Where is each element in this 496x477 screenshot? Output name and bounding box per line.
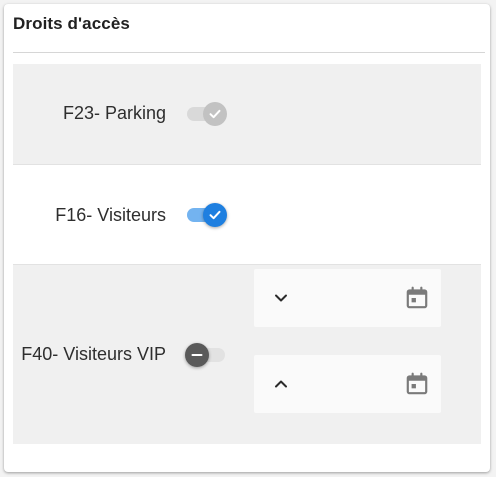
calendar-icon[interactable] [404, 371, 430, 397]
start-date-field[interactable] [254, 269, 441, 327]
toggle-knob [185, 343, 209, 367]
calendar-icon[interactable] [404, 285, 430, 311]
title-divider [13, 52, 485, 53]
chevron-up-icon[interactable] [271, 374, 291, 394]
access-row-parking: F23- Parking [13, 64, 481, 164]
check-icon [209, 210, 221, 220]
toggle-knob [203, 203, 227, 227]
visiteurs-vip-toggle[interactable] [185, 343, 229, 367]
check-icon [209, 109, 221, 119]
access-rights-card: Droits d'accès F23- Parking F16- Visiteu… [4, 4, 490, 472]
access-label-visiteurs-vip: F40- Visiteurs VIP [21, 344, 166, 364]
access-row-visiteurs: F16- Visiteurs [13, 165, 481, 264]
access-row-visiteurs-vip: F40- Visiteurs VIP [13, 265, 481, 444]
chevron-down-icon[interactable] [271, 288, 291, 308]
minus-icon [191, 354, 203, 356]
toggle-knob [203, 102, 227, 126]
access-label-visiteurs: F16- Visiteurs [55, 205, 166, 225]
visiteurs-toggle[interactable] [185, 203, 229, 227]
parking-toggle[interactable] [185, 102, 229, 126]
access-label-parking: F23- Parking [62, 103, 166, 123]
end-date-field[interactable] [254, 355, 441, 413]
card-title: Droits d'accès [13, 14, 130, 33]
